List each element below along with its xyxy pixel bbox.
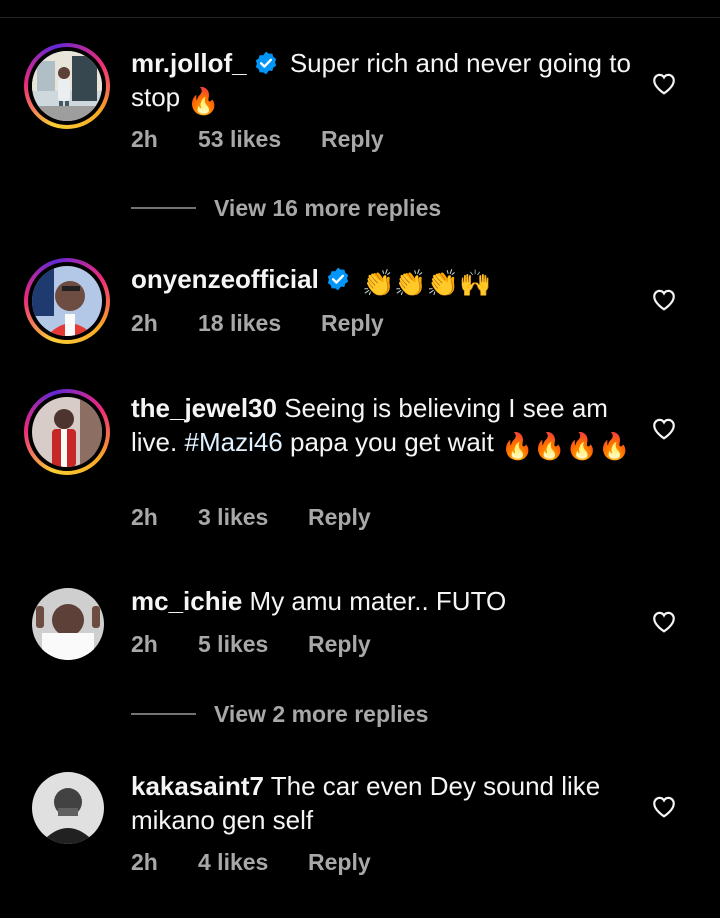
top-divider (0, 17, 720, 18)
timestamp: 2h (131, 631, 158, 657)
comment-meta: 2h 53 likes Reply (131, 126, 384, 153)
view-more-label: View 16 more replies (214, 194, 442, 221)
timestamp: 2h (131, 849, 158, 875)
comment-text: mr.jollof_ Super rich and never going to… (131, 46, 631, 118)
view-more-replies[interactable]: View 16 more replies (131, 193, 441, 223)
username[interactable]: onyenzeofficial (131, 264, 319, 294)
hashtag-link[interactable]: #Mazi46 (184, 427, 282, 457)
view-more-label: View 2 more replies (214, 700, 429, 727)
fire-emoji: 🔥 (187, 86, 220, 116)
clapping-emoji: 👏👏👏🙌 (362, 268, 492, 298)
avatar-photo (32, 266, 102, 336)
avatar-photo (32, 51, 102, 121)
timestamp: 2h (131, 126, 158, 152)
timestamp: 2h (131, 504, 158, 530)
avatar[interactable] (32, 772, 104, 844)
username[interactable]: kakasaint7 (131, 771, 264, 801)
likes-count[interactable]: 5 likes (198, 631, 308, 658)
comment-text: mc_ichie My amu mater.. FUTO (131, 584, 631, 618)
comment-text: onyenzeofficial 👏👏👏🙌 (131, 262, 631, 300)
view-more-line (131, 207, 196, 209)
reply-button[interactable]: Reply (308, 849, 371, 876)
reply-button[interactable]: Reply (321, 126, 384, 153)
comment-meta: 2h 5 likes Reply (131, 631, 371, 658)
heart-outline-icon[interactable] (651, 71, 677, 95)
verified-badge-icon (255, 51, 276, 75)
reply-button[interactable]: Reply (308, 504, 371, 531)
comment-meta: 2h 18 likes Reply (131, 310, 384, 337)
comment-text: the_jewel30 Seeing is believing I see am… (131, 391, 631, 463)
reply-button[interactable]: Reply (308, 631, 371, 658)
likes-count[interactable]: 4 likes (198, 849, 308, 876)
heart-outline-icon[interactable] (651, 287, 677, 311)
comment-body: My amu mater.. FUTO (249, 586, 507, 616)
likes-count[interactable]: 53 likes (198, 126, 321, 153)
avatar[interactable] (32, 588, 104, 660)
comment-meta: 2h 3 likes Reply (131, 504, 371, 531)
heart-outline-icon[interactable] (651, 416, 677, 440)
avatar[interactable] (24, 389, 110, 475)
username[interactable]: mc_ichie (131, 586, 242, 616)
likes-count[interactable]: 18 likes (198, 310, 321, 337)
username[interactable]: the_jewel30 (131, 393, 277, 423)
comment-text: kakasaint7 The car even Dey sound like m… (131, 769, 631, 837)
view-more-line (131, 713, 196, 715)
likes-count[interactable]: 3 likes (198, 504, 308, 531)
avatar[interactable] (24, 258, 110, 344)
heart-outline-icon[interactable] (651, 609, 677, 633)
username[interactable]: mr.jollof_ (131, 48, 247, 78)
heart-outline-icon[interactable] (651, 794, 677, 818)
view-more-replies[interactable]: View 2 more replies (131, 699, 428, 729)
comment-body-continued: papa you get wait (290, 427, 494, 457)
timestamp: 2h (131, 310, 158, 336)
reply-button[interactable]: Reply (321, 310, 384, 337)
avatar-photo (32, 397, 102, 467)
comment-meta: 2h 4 likes Reply (131, 849, 371, 876)
fire-emoji: 🔥🔥🔥🔥 (501, 431, 631, 461)
verified-badge-icon (327, 267, 349, 291)
avatar[interactable] (24, 43, 110, 129)
